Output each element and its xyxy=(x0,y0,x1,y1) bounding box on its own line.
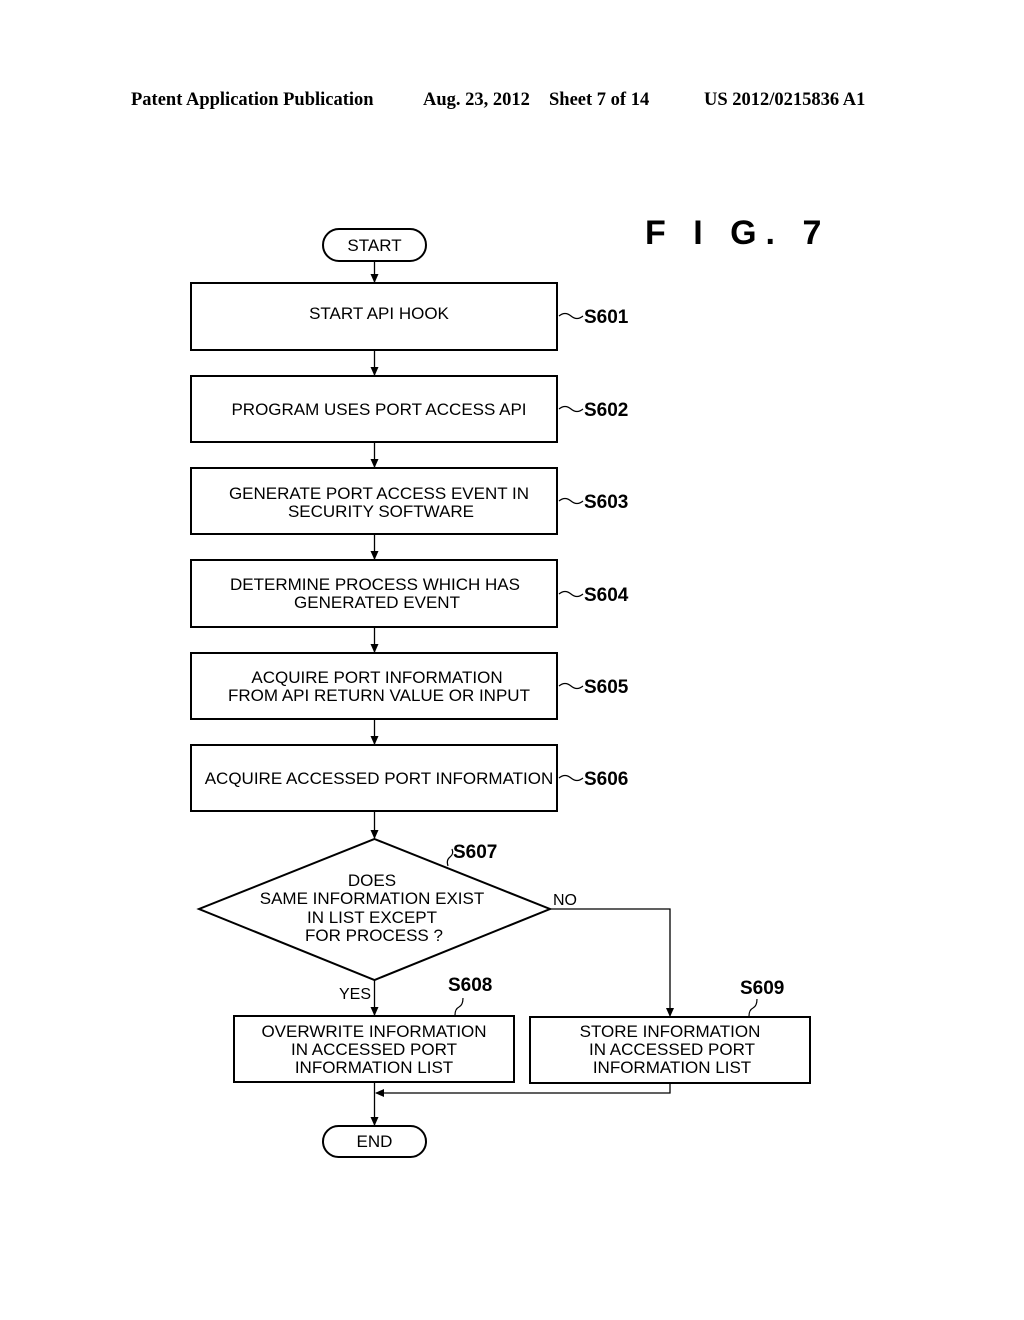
step-s605-label: S605 xyxy=(584,677,629,698)
step-s603-text-line2: SECURITY SOFTWARE xyxy=(288,502,474,521)
leader-line xyxy=(454,997,464,1016)
step-s606-text: ACQUIRE ACCESSED PORT INFORMATION xyxy=(205,769,554,788)
step-s604-text-line2: GENERATED EVENT xyxy=(294,593,460,612)
step-s608-text-line3: INFORMATION LIST xyxy=(295,1058,453,1077)
decision-label: S607 xyxy=(453,842,497,863)
decision-text-line3: IN LIST EXCEPT xyxy=(307,908,437,927)
start-terminal: START xyxy=(322,228,427,262)
step-s608-label: S608 xyxy=(448,975,492,996)
step-s602: PROGRAM USES PORT ACCESS API S602 xyxy=(190,375,628,443)
step-s603-label: S603 xyxy=(584,492,628,513)
step-s601: START API HOOK S601 xyxy=(190,282,629,351)
decision-text-line4: FOR PROCESS ? xyxy=(305,926,443,945)
step-s601-label: S601 xyxy=(584,307,629,328)
leader-line xyxy=(748,998,758,1017)
step-s609-text-line2: IN ACCESSED PORT xyxy=(589,1040,755,1059)
step-s605: ACQUIRE PORT INFORMATION FROM API RETURN… xyxy=(190,652,629,720)
leader-line xyxy=(558,774,584,782)
step-s606-label: S606 xyxy=(584,769,628,790)
step-s602-label: S602 xyxy=(584,400,628,421)
leader-line xyxy=(558,590,584,598)
decision-s607: DOES SAME INFORMATION EXIST IN LIST EXCE… xyxy=(196,837,577,1003)
step-s601-text: START API HOOK xyxy=(309,304,449,323)
leader-line xyxy=(558,682,584,690)
start-label: START xyxy=(347,236,401,255)
step-s604-text-line1: DETERMINE PROCESS WHICH HAS xyxy=(230,575,520,594)
arrow-s609-merge xyxy=(375,1083,671,1097)
decision-text-line1: DOES xyxy=(348,871,396,890)
step-s602-text: PROGRAM USES PORT ACCESS API xyxy=(231,400,526,419)
flowchart: START START API HOOK S601 PROGRAM USES P… xyxy=(190,228,811,1158)
leader-line xyxy=(558,312,584,320)
leader-line xyxy=(446,848,454,867)
step-s603: GENERATE PORT ACCESS EVENT IN SECURITY S… xyxy=(190,467,628,535)
step-s604-label: S604 xyxy=(584,585,629,606)
leader-line xyxy=(558,405,584,413)
step-s608-text-line1: OVERWRITE INFORMATION xyxy=(261,1022,486,1041)
step-s605-text-line1: ACQUIRE PORT INFORMATION xyxy=(251,668,502,687)
step-s609-text-line3: INFORMATION LIST xyxy=(593,1058,751,1077)
decision-text-line2: SAME INFORMATION EXIST xyxy=(260,889,484,908)
yes-branch-label: YES xyxy=(339,986,371,1003)
step-s608-text-line2: IN ACCESSED PORT xyxy=(291,1040,457,1059)
step-s604: DETERMINE PROCESS WHICH HAS GENERATED EV… xyxy=(190,559,629,628)
step-s605-text-line2: FROM API RETURN VALUE OR INPUT xyxy=(228,686,530,705)
arrow-no-s609 xyxy=(550,908,674,1017)
step-s606: ACQUIRE ACCESSED PORT INFORMATION S606 xyxy=(190,744,628,812)
end-terminal: END xyxy=(322,1125,427,1158)
no-branch-label: NO xyxy=(553,892,577,909)
step-s609-text-line1: STORE INFORMATION xyxy=(580,1022,761,1041)
step-s603-text-line1: GENERATE PORT ACCESS EVENT IN xyxy=(229,484,529,503)
step-s609-label: S609 xyxy=(740,978,784,999)
leader-line xyxy=(558,497,584,505)
end-label: END xyxy=(357,1132,393,1151)
